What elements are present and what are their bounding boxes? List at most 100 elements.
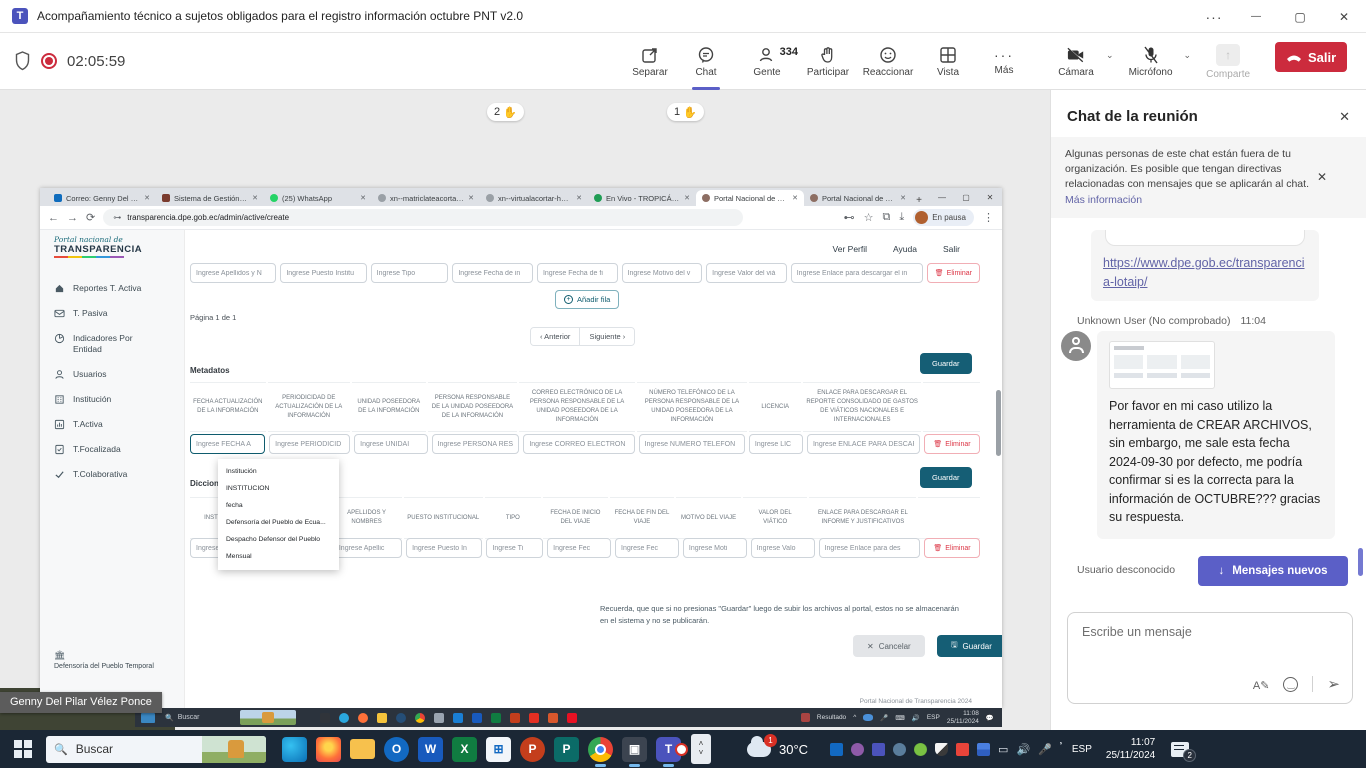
chat-button[interactable]: Chat: [678, 38, 734, 90]
browser-menu-icon[interactable]: ⋮: [983, 211, 994, 224]
valor-input[interactable]: [706, 263, 787, 283]
browser-tab[interactable]: xn--matriclateacortar-61b: [372, 190, 480, 206]
store-icon[interactable]: ⊞: [486, 736, 511, 762]
site-info-icon[interactable]: ⊶: [113, 213, 121, 222]
separar-button[interactable]: Separar: [622, 38, 678, 86]
outlook-tray-icon[interactable]: [830, 742, 844, 756]
periodicidad-input[interactable]: [269, 434, 351, 454]
wifi-icon[interactable]: 𝄒: [1060, 743, 1062, 756]
app-icon[interactable]: [566, 712, 577, 723]
mas-informacion-link[interactable]: Más información: [1065, 194, 1142, 206]
taskbar-clock[interactable]: 11:07 25/11/2024: [1106, 736, 1155, 763]
fecha-fin-input[interactable]: [536, 263, 618, 283]
browser-tab[interactable]: (25) WhatsApp: [264, 190, 372, 206]
firefox-icon[interactable]: [316, 736, 341, 762]
dicc-tipo-input[interactable]: [486, 538, 544, 558]
obs-icon[interactable]: [395, 712, 406, 723]
persona-input[interactable]: [431, 434, 520, 454]
dicc-motivo-input[interactable]: [682, 538, 747, 558]
powerpoint-icon[interactable]: [509, 712, 520, 723]
url-bar[interactable]: ⊶ transparencia.dpe.gob.ec/admin/active/…: [103, 209, 744, 226]
sidebar-item-tactiva[interactable]: T.Activa: [40, 412, 184, 437]
language-indicator[interactable]: ESP: [1072, 744, 1092, 755]
enlace-input[interactable]: [790, 263, 923, 283]
motivo-input[interactable]: [621, 263, 703, 283]
eliminar-button[interactable]: Eliminar: [924, 538, 980, 558]
browser-tab[interactable]: Sistema de Gestión Docu: [156, 190, 264, 206]
extensions-icon[interactable]: ⧉: [882, 211, 890, 224]
weather-widget[interactable]: 1 30°C: [747, 733, 808, 757]
teams-icon[interactable]: T: [656, 736, 688, 767]
eliminar-button[interactable]: Eliminar: [923, 434, 980, 454]
new-tab-button[interactable]: [912, 195, 926, 206]
telefono-input[interactable]: [638, 434, 745, 454]
dropdown-option[interactable]: fecha: [218, 497, 339, 514]
mic-chevron-icon[interactable]: [1184, 50, 1192, 61]
salir-button[interactable]: Salir: [1275, 42, 1348, 72]
snipping-tool-icon[interactable]: ▣: [622, 736, 647, 767]
profile-chip[interactable]: En pausa: [913, 209, 974, 226]
passkey-icon[interactable]: ⊷: [844, 211, 855, 224]
search-highlight-image[interactable]: [239, 710, 296, 725]
camera-chevron-icon[interactable]: [1106, 50, 1114, 61]
app-icon[interactable]: [547, 712, 558, 723]
cancelar-button[interactable]: Cancelar: [853, 635, 925, 657]
dicc-apellidos-input[interactable]: [332, 538, 403, 558]
eliminar-button[interactable]: Eliminar: [926, 263, 980, 283]
apellidos-input[interactable]: [190, 263, 277, 283]
edge-icon[interactable]: [282, 736, 307, 762]
chat-close-icon[interactable]: [1339, 109, 1350, 125]
network-tray-icon[interactable]: ⌨: [895, 714, 904, 722]
anadir-fila-button[interactable]: Añadir fila: [555, 290, 620, 309]
browser-scrollbar[interactable]: [996, 390, 1001, 456]
dicc-valor-input[interactable]: [750, 538, 815, 558]
browser-tab[interactable]: En Vivo - TROPICÁLIDA: [588, 190, 696, 206]
fecha-inicio-input[interactable]: [452, 263, 533, 283]
tray-expand-icon[interactable]: ^: [853, 714, 856, 721]
emoji-icon[interactable]: [1283, 676, 1299, 692]
mic-tray-icon[interactable]: 🎤: [880, 714, 888, 722]
word-icon[interactable]: W: [418, 736, 443, 762]
chat-scrollbar[interactable]: [1358, 548, 1363, 576]
onedrive-icon[interactable]: [863, 714, 874, 721]
chrome-icon[interactable]: [414, 712, 425, 723]
unidad-input[interactable]: [354, 434, 428, 454]
enlace-reporte-input[interactable]: [806, 434, 920, 454]
message-image-thumbnail[interactable]: [1109, 341, 1215, 390]
dicc-puesto-input[interactable]: [406, 538, 483, 558]
powerpoint-icon[interactable]: P: [520, 736, 545, 762]
tab-close-icon[interactable]: [900, 194, 906, 202]
browser-maximize-button[interactable]: ▢: [954, 193, 978, 202]
sidebar-item-tcolaborativa[interactable]: T.Colaborativa: [40, 462, 184, 487]
mail-icon[interactable]: [452, 712, 463, 723]
teams-tray-icon[interactable]: [872, 742, 886, 756]
dicc-fecha-fin-input[interactable]: [615, 538, 679, 558]
tab-close-icon[interactable]: [144, 194, 150, 202]
cloud-tray-icon[interactable]: [893, 742, 907, 756]
resultado-app-icon[interactable]: [800, 713, 810, 722]
file-explorer-icon[interactable]: [376, 712, 387, 723]
excel-icon[interactable]: X: [452, 736, 477, 762]
resultado-label[interactable]: Resultado: [817, 714, 846, 721]
reaccionar-button[interactable]: Reaccionar: [856, 38, 920, 86]
dropdown-option[interactable]: Defensoría del Pueblo de Ecua...: [218, 514, 339, 531]
dicc-fecha-inicio-input[interactable]: [547, 538, 612, 558]
send-icon[interactable]: [1327, 675, 1340, 693]
minimize-button[interactable]: [1234, 0, 1278, 33]
notification-tray-icon[interactable]: 💬: [986, 714, 994, 722]
tab-close-icon[interactable]: [360, 194, 366, 202]
tipo-input[interactable]: [370, 263, 449, 283]
antivirus-tray-icon[interactable]: [914, 742, 928, 756]
browser-tab[interactable]: Correo: Genny Del Pilar V: [48, 190, 156, 206]
maximize-button[interactable]: [1278, 0, 1322, 33]
notice-dismiss-icon[interactable]: [1317, 170, 1327, 184]
microfono-button[interactable]: Micrófono: [1120, 38, 1182, 86]
reload-icon[interactable]: ⟳: [86, 211, 95, 224]
diccionario-guardar-button[interactable]: Guardar: [920, 467, 972, 488]
licencia-input[interactable]: [748, 434, 803, 454]
sidebar-item-tfocalizada[interactable]: T.Focalizada: [40, 437, 184, 462]
app-icon[interactable]: [319, 712, 330, 723]
participar-button[interactable]: Participar: [800, 38, 856, 86]
app-tray-icon[interactable]: [956, 742, 970, 756]
windows-tray-icon[interactable]: [977, 742, 991, 756]
